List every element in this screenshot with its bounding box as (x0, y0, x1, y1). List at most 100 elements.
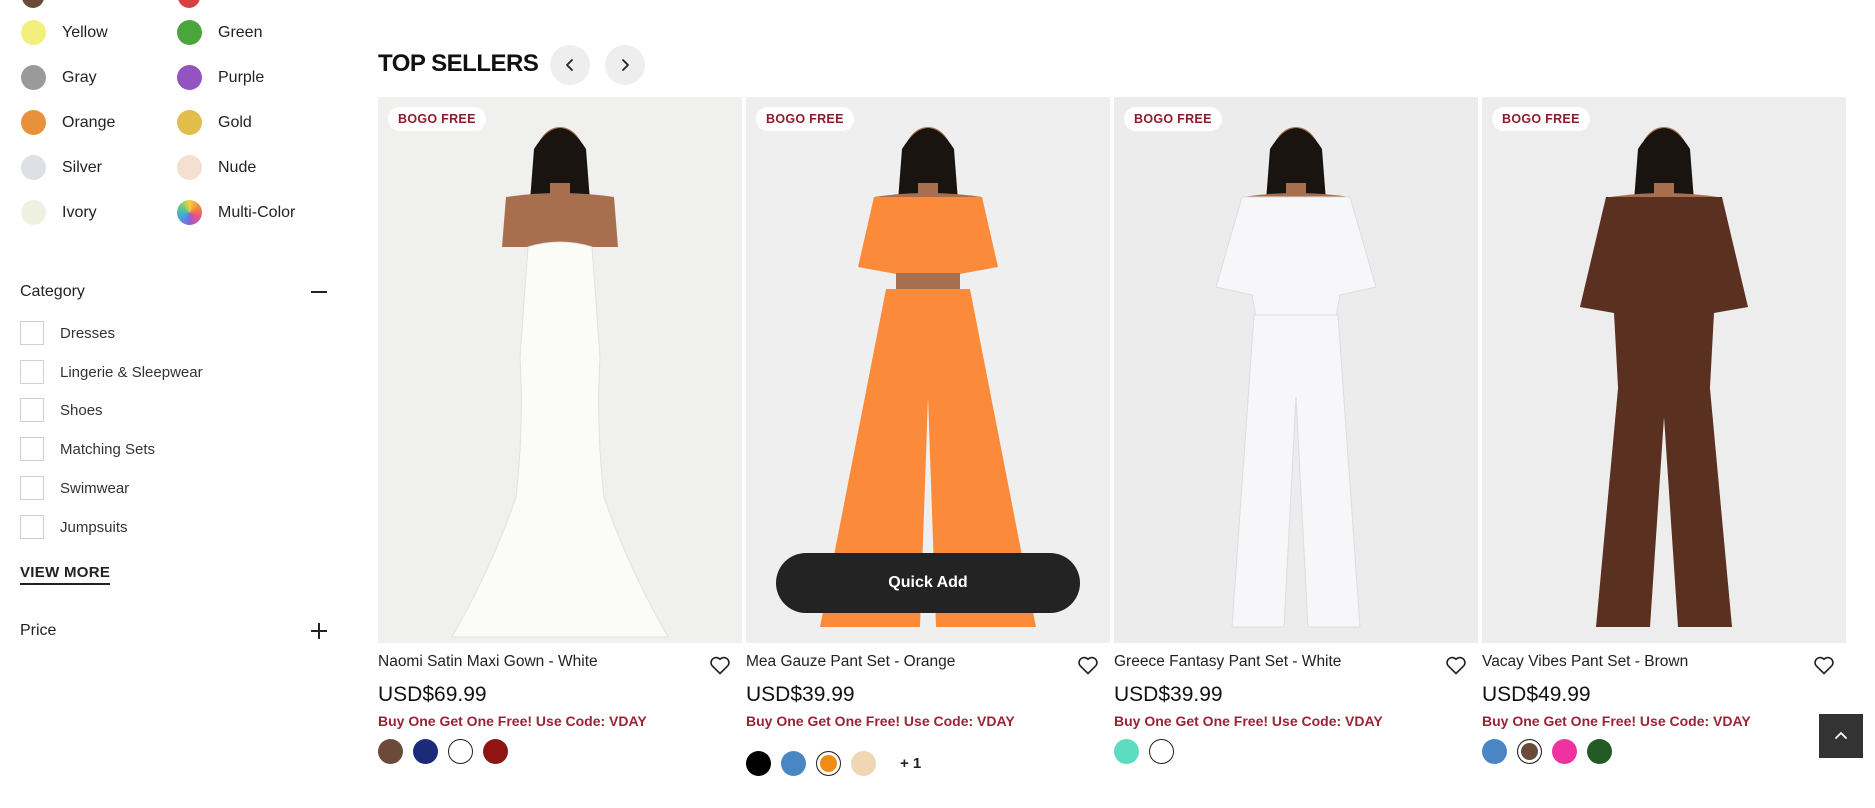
product-image[interactable]: BOGO FREE (378, 97, 742, 643)
product-promo: Buy One Get One Free! Use Code: VDAY (378, 713, 647, 729)
color-option-ivory[interactable]: Ivory (21, 200, 97, 225)
section-title: TOP SELLERS (378, 50, 539, 77)
color-option-gray[interactable]: Gray (21, 65, 97, 90)
color-option-nude[interactable]: Nude (177, 155, 256, 180)
product-name-row: Mea Gauze Pant Set - Orange (746, 653, 1110, 677)
product-name[interactable]: Vacay Vibes Pant Set - Brown (1482, 653, 1846, 671)
bogo-badge: BOGO FREE (1124, 107, 1222, 131)
product-name-row: Naomi Satin Maxi Gown - White (378, 653, 742, 677)
color-label: Yellow (62, 23, 108, 41)
category-label: Shoes (60, 401, 103, 419)
product-price: USD$39.99 (746, 683, 855, 706)
chevron-left-icon (566, 59, 573, 71)
color-label: Multi-Color (218, 203, 296, 221)
price-filter-header[interactable]: Price (20, 622, 328, 640)
color-option-orange[interactable]: Orange (21, 110, 115, 135)
product-color-dot[interactable] (816, 751, 841, 776)
product-name-row: Vacay Vibes Pant Set - Brown (1482, 653, 1846, 677)
product-promo: Buy One Get One Free! Use Code: VDAY (1114, 713, 1383, 729)
product-color-dot[interactable] (1552, 739, 1577, 764)
category-checkbox[interactable] (20, 476, 44, 500)
color-label: Orange (62, 113, 116, 131)
swatch-partial-brown[interactable] (22, 0, 44, 8)
color-label: Gray (62, 68, 97, 86)
product-color-dot[interactable] (483, 739, 508, 764)
color-option-purple[interactable]: Purple (177, 65, 264, 90)
heart-icon[interactable] (1812, 653, 1836, 677)
color-option-multi-color[interactable]: Multi-Color (177, 200, 295, 225)
category-checkbox[interactable] (20, 321, 44, 345)
category-option[interactable]: Shoes (20, 398, 103, 422)
color-label: Purple (218, 68, 265, 86)
carousel-prev-button[interactable] (550, 45, 590, 85)
category-option[interactable]: Lingerie & Sleepwear (20, 360, 203, 384)
heart-icon[interactable] (1076, 653, 1100, 677)
bogo-badge: BOGO FREE (1492, 107, 1590, 131)
product-card[interactable]: BOGO FREE Quick Add Mea Gauze Pant Set - O… (746, 97, 1110, 776)
category-option[interactable]: Swimwear (20, 476, 129, 500)
product-color-options (378, 739, 742, 764)
color-option-yellow[interactable]: Yellow (21, 20, 108, 45)
category-checkbox[interactable] (20, 437, 44, 461)
category-option[interactable]: Jumpsuits (20, 515, 128, 539)
carousel-next-button[interactable] (605, 45, 645, 85)
color-label: Green (218, 23, 263, 41)
category-label: Swimwear (60, 479, 130, 497)
collapse-minus-icon[interactable] (310, 283, 328, 301)
product-card[interactable]: BOGO FREE Naomi Satin Maxi Gown - White U… (378, 97, 742, 764)
color-label: Gold (218, 113, 252, 131)
expand-plus-icon[interactable] (310, 622, 328, 640)
category-checkbox[interactable] (20, 360, 44, 384)
product-color-dot[interactable] (1517, 739, 1542, 764)
category-checkbox[interactable] (20, 398, 44, 422)
product-name-row: Greece Fantasy Pant Set - White (1114, 653, 1478, 677)
product-card[interactable]: BOGO FREE Greece Fantasy Pant Set - White… (1114, 97, 1478, 764)
chevron-up-icon (1835, 732, 1847, 739)
product-color-dot[interactable] (1149, 739, 1174, 764)
category-option[interactable]: Matching Sets (20, 437, 155, 461)
product-image[interactable]: BOGO FREE (1482, 97, 1846, 643)
product-color-dot[interactable] (413, 739, 438, 764)
color-swatch (177, 65, 202, 90)
product-color-dot[interactable] (781, 751, 806, 776)
color-option-gold[interactable]: Gold (177, 110, 252, 135)
product-color-dot[interactable] (378, 739, 403, 764)
more-colors-count[interactable]: + 1 (900, 755, 921, 772)
product-color-dot[interactable] (1587, 739, 1612, 764)
heart-icon[interactable] (708, 653, 732, 677)
product-price: USD$49.99 (1482, 683, 1591, 706)
color-label: Silver (62, 158, 103, 176)
heart-icon[interactable] (1444, 653, 1468, 677)
category-option[interactable]: Dresses (20, 321, 115, 345)
product-image-figure (1215, 127, 1377, 628)
color-option-silver[interactable]: Silver (21, 155, 102, 180)
color-label: Ivory (62, 203, 97, 221)
color-swatch (177, 200, 202, 225)
product-image[interactable]: BOGO FREE (1114, 97, 1478, 643)
product-color-dot[interactable] (448, 739, 473, 764)
color-option-green[interactable]: Green (177, 20, 262, 45)
product-name[interactable]: Mea Gauze Pant Set - Orange (746, 653, 1110, 671)
color-swatch (177, 155, 202, 180)
product-card[interactable]: BOGO FREE Vacay Vibes Pant Set - Brown US… (1482, 97, 1846, 764)
quick-add-button[interactable]: Quick Add (776, 553, 1080, 613)
category-filter-header[interactable]: Category (20, 283, 328, 301)
product-promo: Buy One Get One Free! Use Code: VDAY (1482, 713, 1751, 729)
product-price: USD$39.99 (1114, 683, 1223, 706)
category-checkbox[interactable] (20, 515, 44, 539)
category-label: Jumpsuits (60, 518, 128, 536)
color-swatch (21, 65, 46, 90)
product-color-dot[interactable] (1114, 739, 1139, 764)
color-swatch (177, 110, 202, 135)
product-name[interactable]: Naomi Satin Maxi Gown - White (378, 653, 742, 671)
product-color-options (1114, 739, 1478, 764)
product-image[interactable]: BOGO FREE Quick Add (746, 97, 1110, 643)
back-to-top-button[interactable] (1819, 714, 1863, 758)
product-color-dot[interactable] (1482, 739, 1507, 764)
product-color-dot[interactable] (851, 751, 876, 776)
product-color-dot[interactable] (746, 751, 771, 776)
color-label: Nude (218, 158, 257, 176)
view-more-link[interactable]: VIEW MORE (20, 564, 111, 585)
product-name[interactable]: Greece Fantasy Pant Set - White (1114, 653, 1478, 671)
swatch-partial-red[interactable] (178, 0, 200, 8)
